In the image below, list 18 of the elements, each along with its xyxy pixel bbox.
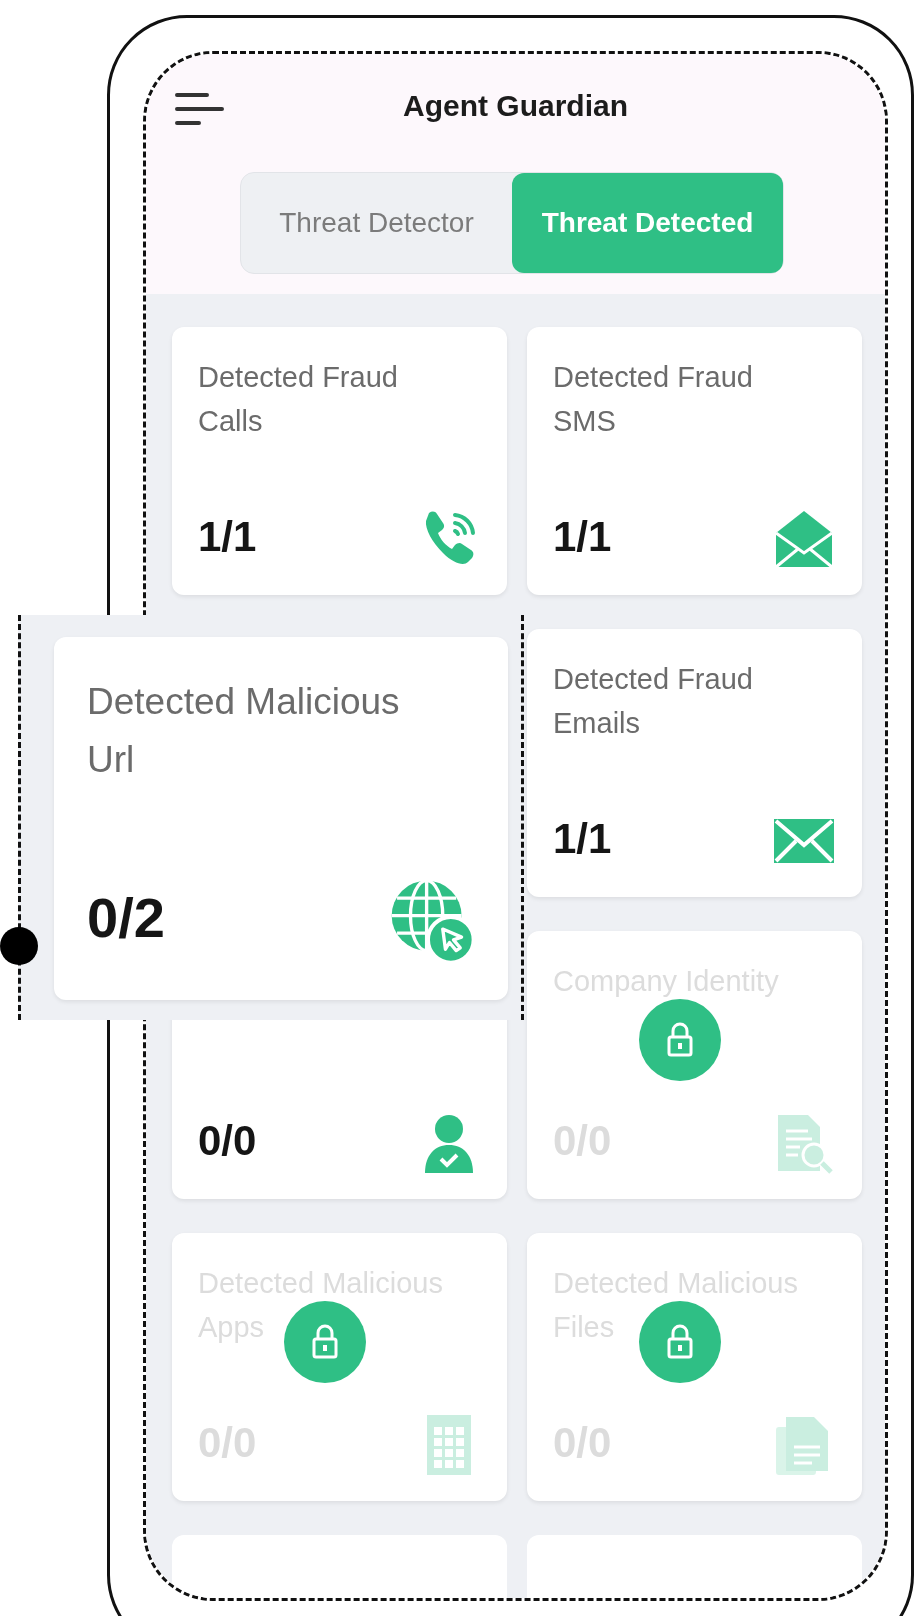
- stat-card[interactable]: Detected Malicious Url 0/2: [54, 637, 508, 1000]
- tab[interactable]: Threat Detector: [241, 173, 512, 273]
- stat-card[interactable]: Detected Fraud Calls 1/1: [172, 327, 507, 595]
- card-count: 0/2: [87, 885, 165, 950]
- card-count: 1/1: [198, 513, 257, 561]
- menu-icon[interactable]: [174, 92, 224, 126]
- card-title: Detected Fraud Emails: [553, 662, 754, 741]
- stat-card[interactable]: Detected Fraud Emails 1/1: [527, 629, 862, 897]
- card-title: Detected Fraud Calls: [198, 360, 399, 439]
- globe-cursor-icon: [389, 878, 475, 964]
- card-title: Detected Malicious Url: [87, 680, 401, 782]
- pointer-dot: [0, 927, 38, 965]
- card-count: 1/1: [553, 815, 612, 863]
- card-count: 0/0: [198, 1117, 257, 1165]
- card-count: 1/1: [553, 513, 612, 561]
- app-title: Agent Guardian: [403, 89, 628, 123]
- card-title: Detected Fraud SMS: [553, 360, 754, 439]
- stat-card[interactable]: Detected Fraud SMS 1/1: [527, 327, 862, 595]
